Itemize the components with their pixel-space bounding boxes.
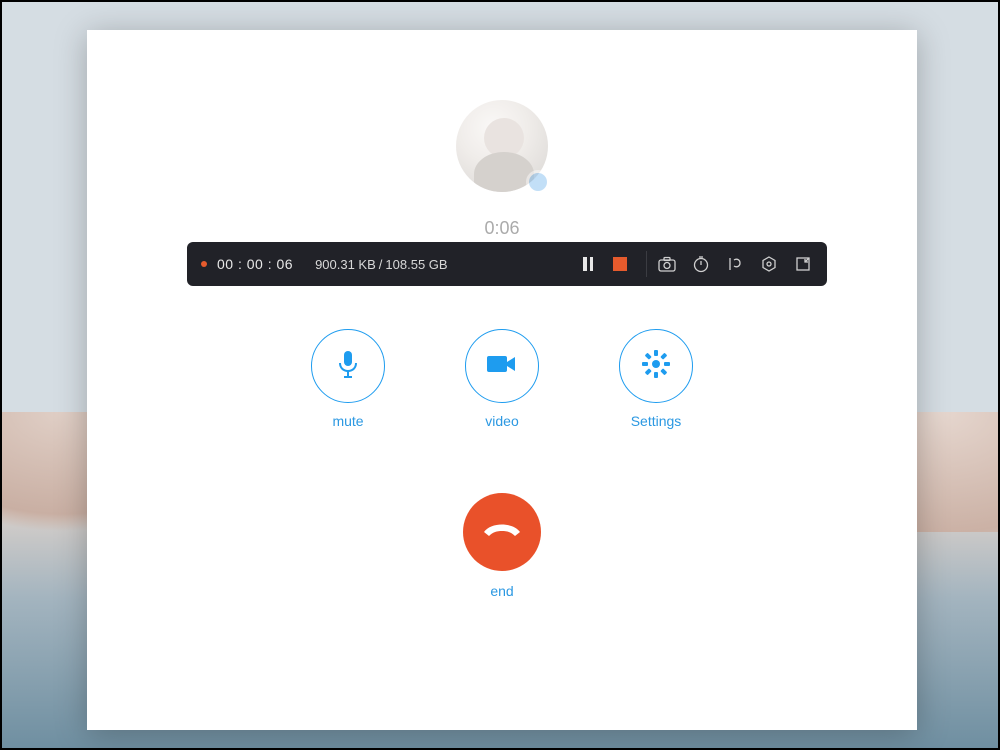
stop-recording-button[interactable] xyxy=(604,248,636,280)
screen-recorder-toolbar[interactable]: 00 : 00 : 06 900.31 KB/108.55 GB xyxy=(187,242,827,286)
annotate-button[interactable] xyxy=(725,254,745,274)
video-button[interactable]: video xyxy=(465,329,539,429)
camera-icon xyxy=(658,256,676,272)
settings-label: Settings xyxy=(631,413,682,429)
screenshot-button[interactable] xyxy=(657,254,677,274)
settings-button[interactable]: Settings xyxy=(619,329,693,429)
call-window: 0:06 Calls use Wi-Fi or your data plan m… xyxy=(87,30,917,730)
minimize-icon xyxy=(795,256,811,272)
mute-label: mute xyxy=(332,413,363,429)
recording-settings-button[interactable] xyxy=(759,254,779,274)
mute-button[interactable]: mute xyxy=(311,329,385,429)
call-controls: mute video xyxy=(311,329,693,429)
annotate-icon xyxy=(726,255,744,273)
recording-size: 900.31 KB/108.55 GB xyxy=(315,257,448,272)
pause-icon xyxy=(583,257,593,271)
schedule-button[interactable] xyxy=(691,254,711,274)
stop-icon xyxy=(613,257,627,271)
video-label: video xyxy=(485,413,518,429)
end-call-button[interactable] xyxy=(463,493,541,571)
call-duration: 0:06 xyxy=(484,218,519,239)
phone-hangup-icon xyxy=(481,520,523,545)
presence-badge xyxy=(526,170,550,194)
toolbar-divider xyxy=(646,251,647,277)
timer-icon xyxy=(692,255,710,273)
minimize-toolbar-button[interactable] xyxy=(793,254,813,274)
gear-icon xyxy=(641,349,671,384)
contact-avatar xyxy=(456,100,548,192)
pause-recording-button[interactable] xyxy=(572,248,604,280)
video-camera-icon xyxy=(485,352,519,381)
recording-indicator-icon xyxy=(201,261,207,267)
microphone-icon xyxy=(334,349,362,384)
settings-hex-icon xyxy=(760,255,778,273)
recording-elapsed: 00 : 00 : 06 xyxy=(217,256,293,272)
end-call-label: end xyxy=(463,583,541,599)
